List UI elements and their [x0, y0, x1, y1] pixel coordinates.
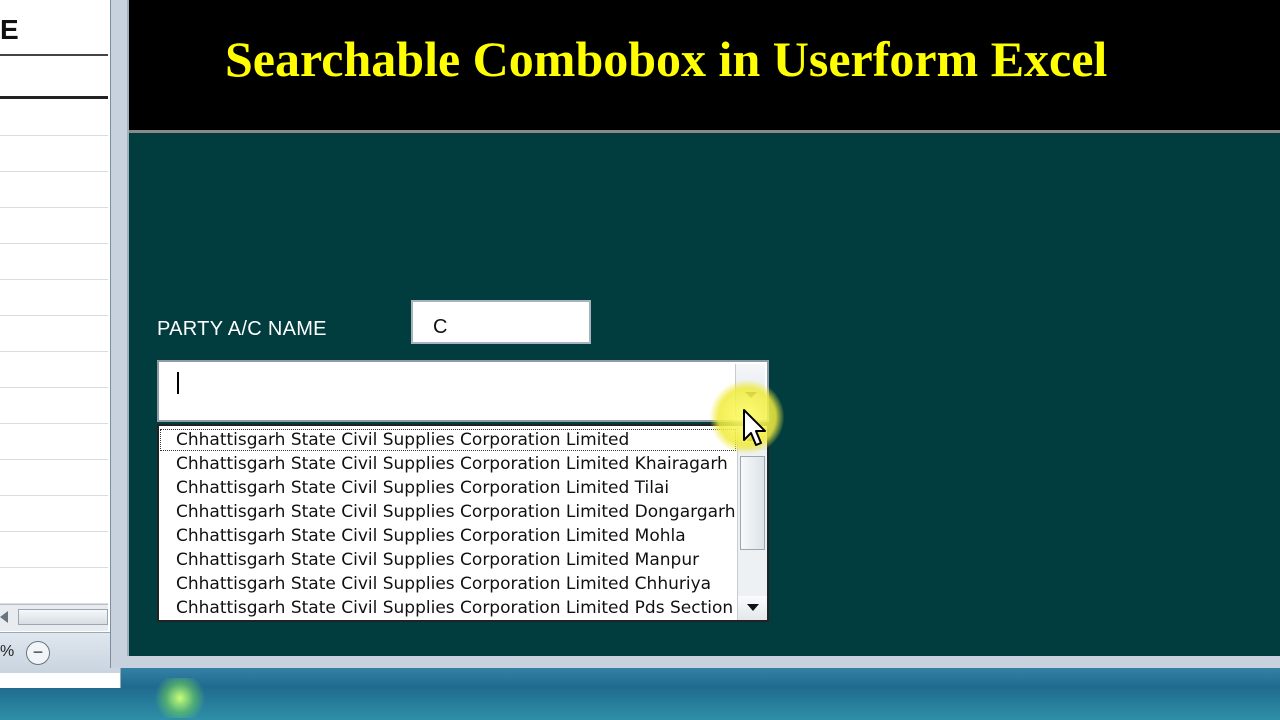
- header-divider: [0, 54, 108, 56]
- grid-row[interactable]: [0, 100, 108, 136]
- grid-row[interactable]: [0, 316, 108, 352]
- excel-grid[interactable]: [0, 100, 108, 604]
- zoom-out-button[interactable]: −: [26, 641, 50, 665]
- grid-row[interactable]: [0, 568, 108, 604]
- arrow-down-icon: [747, 604, 759, 611]
- grid-row[interactable]: [0, 460, 108, 496]
- column-header-e[interactable]: E: [0, 14, 19, 46]
- grid-row[interactable]: [0, 244, 108, 280]
- combobox-dropdown-list[interactable]: Chhattisgarh State Civil Supplies Corpor…: [157, 424, 769, 622]
- horizontal-scrollbar[interactable]: [0, 604, 108, 631]
- list-item[interactable]: Chhattisgarh State Civil Supplies Corpor…: [159, 476, 737, 500]
- list-scrollbar[interactable]: [737, 426, 767, 620]
- userform-body: Searchable Combobox in Userform Excel PA…: [127, 0, 1280, 656]
- mouse-pointer-icon: [743, 409, 766, 446]
- title-panel: Searchable Combobox in Userform Excel: [129, 0, 1280, 133]
- grid-row[interactable]: [0, 424, 108, 460]
- excel-column-header: E: [0, 0, 108, 99]
- scroll-left-icon[interactable]: [0, 611, 8, 623]
- excel-window: E % −: [0, 0, 121, 688]
- grid-row[interactable]: [0, 208, 108, 244]
- grid-row[interactable]: [0, 136, 108, 172]
- desktop-glow-decoration: [150, 678, 210, 718]
- list-item[interactable]: Chhattisgarh State Civil Supplies Corpor…: [159, 452, 737, 476]
- list-item[interactable]: Chhattisgarh State Civil Supplies Corpor…: [159, 500, 737, 524]
- grid-row[interactable]: [0, 172, 108, 208]
- grid-row[interactable]: [0, 388, 108, 424]
- grid-row[interactable]: [0, 280, 108, 316]
- list-item[interactable]: Chhattisgarh State Civil Supplies Corpor…: [159, 428, 737, 452]
- scrollbar-thumb[interactable]: [18, 609, 108, 625]
- party-combobox[interactable]: [157, 360, 769, 422]
- list-item[interactable]: Chhattisgarh State Civil Supplies Corpor…: [159, 572, 737, 596]
- list-item[interactable]: Chhattisgarh State Civil Supplies Corpor…: [159, 548, 737, 572]
- excel-status-bar: % −: [0, 632, 120, 673]
- list-item[interactable]: Chhattisgarh State Civil Supplies Corpor…: [159, 524, 737, 548]
- zoom-percent-label: %: [0, 643, 15, 660]
- form-title: Searchable Combobox in Userform Excel: [225, 31, 1108, 87]
- party-search-input[interactable]: C: [411, 300, 591, 344]
- scroll-down-button[interactable]: [738, 596, 767, 620]
- grid-row[interactable]: [0, 496, 108, 532]
- userform-window: Searchable Combobox in Userform Excel PA…: [110, 0, 1280, 668]
- list-scrollbar-thumb[interactable]: [740, 456, 765, 550]
- list-item[interactable]: Chhattisgarh State Civil Supplies Corpor…: [159, 596, 737, 620]
- party-name-label: PARTY A/C NAME: [157, 318, 327, 340]
- grid-row[interactable]: [0, 532, 108, 568]
- grid-row[interactable]: [0, 352, 108, 388]
- text-caret: [177, 372, 179, 394]
